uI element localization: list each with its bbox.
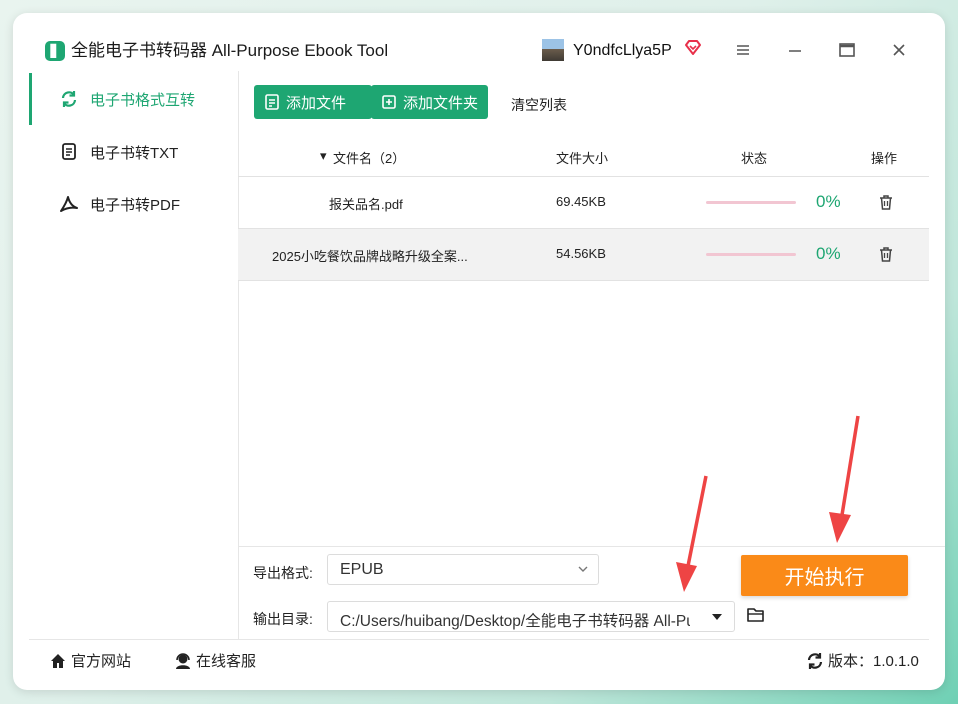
arrow-to-output-dir: [676, 475, 708, 592]
annotation-arrows: [676, 415, 860, 592]
arrow-to-start-button: [829, 415, 860, 543]
